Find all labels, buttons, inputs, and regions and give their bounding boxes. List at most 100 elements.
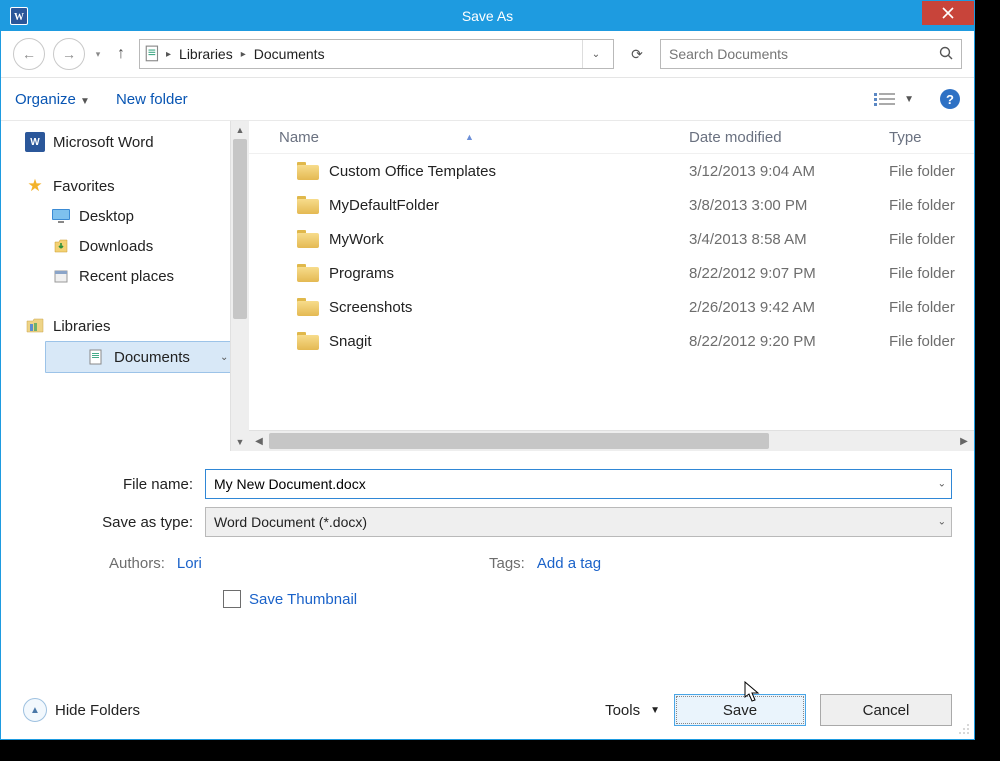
folder-icon bbox=[297, 298, 319, 316]
chevron-down-icon: ▼ bbox=[80, 96, 90, 107]
location-icon bbox=[144, 45, 162, 63]
tree-downloads[interactable]: Downloads bbox=[15, 231, 249, 261]
tools-menu[interactable]: Tools▼ bbox=[605, 702, 660, 719]
tree-recent[interactable]: Recent places bbox=[15, 261, 249, 291]
scroll-left-icon[interactable]: ◀ bbox=[249, 436, 269, 447]
svg-text:W: W bbox=[14, 12, 24, 23]
chevron-down-icon[interactable]: ⌄ bbox=[938, 479, 946, 490]
scroll-down-icon[interactable]: ▼ bbox=[231, 433, 249, 451]
back-button[interactable]: ← bbox=[13, 38, 45, 70]
file-list: Name▲ Date modified Type Custom Office T… bbox=[249, 121, 974, 451]
authors-value[interactable]: Lori bbox=[177, 555, 202, 572]
close-button[interactable] bbox=[922, 1, 974, 25]
scroll-up-icon[interactable]: ▲ bbox=[231, 121, 249, 139]
refresh-icon: ⟳ bbox=[631, 46, 643, 62]
new-folder-button[interactable]: New folder bbox=[116, 91, 188, 108]
organize-menu[interactable]: Organize ▼ bbox=[15, 91, 90, 108]
file-name: MyDefaultFolder bbox=[329, 197, 439, 214]
tree-label: Documents bbox=[114, 349, 190, 366]
authors-label: Authors: bbox=[109, 555, 165, 572]
scrollbar-thumb[interactable] bbox=[233, 139, 247, 319]
save-form: File name: ⌄ Save as type: Word Document… bbox=[1, 451, 974, 608]
file-name: Custom Office Templates bbox=[329, 163, 496, 180]
tree-documents[interactable]: Documents ⌄ bbox=[45, 341, 231, 373]
tree-msword[interactable]: W Microsoft Word bbox=[15, 127, 249, 157]
refresh-button[interactable]: ⟳ bbox=[622, 46, 652, 63]
back-icon: ← bbox=[22, 46, 36, 62]
chevron-down-icon[interactable]: ⌄ bbox=[938, 517, 946, 528]
forward-icon: → bbox=[62, 46, 76, 62]
word-app-icon: W bbox=[5, 2, 33, 30]
column-type[interactable]: Type bbox=[889, 129, 974, 146]
address-bar[interactable]: ▸ Libraries ▸ Documents ⌄ bbox=[139, 39, 614, 69]
libraries-icon bbox=[25, 316, 45, 336]
resize-grip[interactable] bbox=[956, 721, 970, 735]
forward-button[interactable]: → bbox=[53, 38, 85, 70]
sort-asc-icon: ▲ bbox=[465, 132, 474, 142]
scrollbar-thumb[interactable] bbox=[269, 433, 769, 449]
tags-label: Tags: bbox=[489, 555, 525, 572]
file-type: File folder bbox=[889, 265, 974, 282]
sidebar-scrollbar[interactable]: ▲ ▼ bbox=[230, 121, 249, 451]
breadcrumb-sep-icon: ▸ bbox=[166, 49, 171, 60]
help-button[interactable]: ? bbox=[940, 89, 960, 109]
breadcrumb-documents[interactable]: Documents bbox=[250, 46, 329, 62]
save-as-dialog: W Save As ← → ▾ ↑ ▸ Libraries ▸ Document… bbox=[0, 0, 975, 740]
close-icon bbox=[942, 7, 954, 19]
hide-folders-button[interactable]: ▲ Hide Folders bbox=[23, 698, 140, 722]
cancel-button[interactable]: Cancel bbox=[820, 694, 952, 726]
up-button[interactable]: ↑ bbox=[111, 45, 131, 63]
tree-label: Favorites bbox=[53, 178, 115, 195]
word-icon: W bbox=[25, 132, 45, 152]
file-row[interactable]: Custom Office Templates 3/12/2013 9:04 AM… bbox=[249, 154, 974, 188]
file-date: 3/8/2013 3:00 PM bbox=[689, 197, 889, 214]
file-name: MyWork bbox=[329, 231, 384, 248]
folder-icon bbox=[297, 264, 319, 282]
help-icon: ? bbox=[946, 92, 954, 107]
star-icon: ★ bbox=[25, 176, 45, 196]
up-icon: ↑ bbox=[117, 45, 125, 62]
filename-input[interactable] bbox=[205, 469, 952, 499]
save-thumbnail-label[interactable]: Save Thumbnail bbox=[249, 591, 357, 608]
breadcrumb-libraries[interactable]: Libraries bbox=[175, 46, 237, 62]
view-icon bbox=[874, 92, 896, 106]
tree-label: Desktop bbox=[79, 208, 134, 225]
file-row[interactable]: Screenshots2/26/2013 9:42 AMFile folder bbox=[249, 290, 974, 324]
column-name[interactable]: Name▲ bbox=[249, 129, 689, 146]
file-row[interactable]: Snagit8/22/2012 9:20 PMFile folder bbox=[249, 324, 974, 358]
search-input[interactable] bbox=[661, 46, 931, 62]
tree-desktop[interactable]: Desktop bbox=[15, 201, 249, 231]
file-date: 8/22/2012 9:07 PM bbox=[689, 265, 889, 282]
tags-value[interactable]: Add a tag bbox=[537, 555, 601, 572]
desktop-icon bbox=[51, 206, 71, 226]
file-row[interactable]: MyWork3/4/2013 8:58 AMFile folder bbox=[249, 222, 974, 256]
tree-label: Recent places bbox=[79, 268, 174, 285]
tree-label: Downloads bbox=[79, 238, 153, 255]
chevron-down-icon[interactable]: ⌄ bbox=[220, 352, 230, 363]
savetype-select[interactable]: Word Document (*.docx) bbox=[205, 507, 952, 537]
tree-favorites[interactable]: ★ Favorites bbox=[15, 171, 249, 201]
save-button[interactable]: Save bbox=[674, 694, 806, 726]
search-icon[interactable] bbox=[931, 46, 961, 63]
column-date[interactable]: Date modified bbox=[689, 129, 889, 146]
window-title: Save As bbox=[1, 8, 974, 24]
tree-label: Microsoft Word bbox=[53, 134, 154, 151]
file-date: 3/12/2013 9:04 AM bbox=[689, 163, 889, 180]
filename-label: File name: bbox=[23, 476, 205, 493]
file-row[interactable]: Programs8/22/2012 9:07 PMFile folder bbox=[249, 256, 974, 290]
file-type: File folder bbox=[889, 197, 974, 214]
file-row[interactable]: MyDefaultFolder 3/8/2013 3:00 PMFile fold… bbox=[249, 188, 974, 222]
history-dropdown[interactable]: ▾ bbox=[93, 49, 103, 60]
address-dropdown[interactable]: ⌄ bbox=[582, 40, 609, 68]
scroll-right-icon[interactable]: ▶ bbox=[954, 436, 974, 447]
folder-icon bbox=[297, 230, 319, 248]
file-date: 8/22/2012 9:20 PM bbox=[689, 333, 889, 350]
save-thumbnail-checkbox[interactable] bbox=[223, 590, 241, 608]
view-options[interactable]: ▼ bbox=[874, 92, 914, 106]
tree-libraries[interactable]: Libraries bbox=[15, 311, 249, 341]
savetype-label: Save as type: bbox=[23, 514, 205, 531]
search-box[interactable] bbox=[660, 39, 962, 69]
file-list-hscroll[interactable]: ◀ ▶ bbox=[249, 430, 974, 451]
file-name: Snagit bbox=[329, 333, 372, 350]
organize-toolbar: Organize ▼ New folder ▼ ? bbox=[1, 78, 974, 121]
